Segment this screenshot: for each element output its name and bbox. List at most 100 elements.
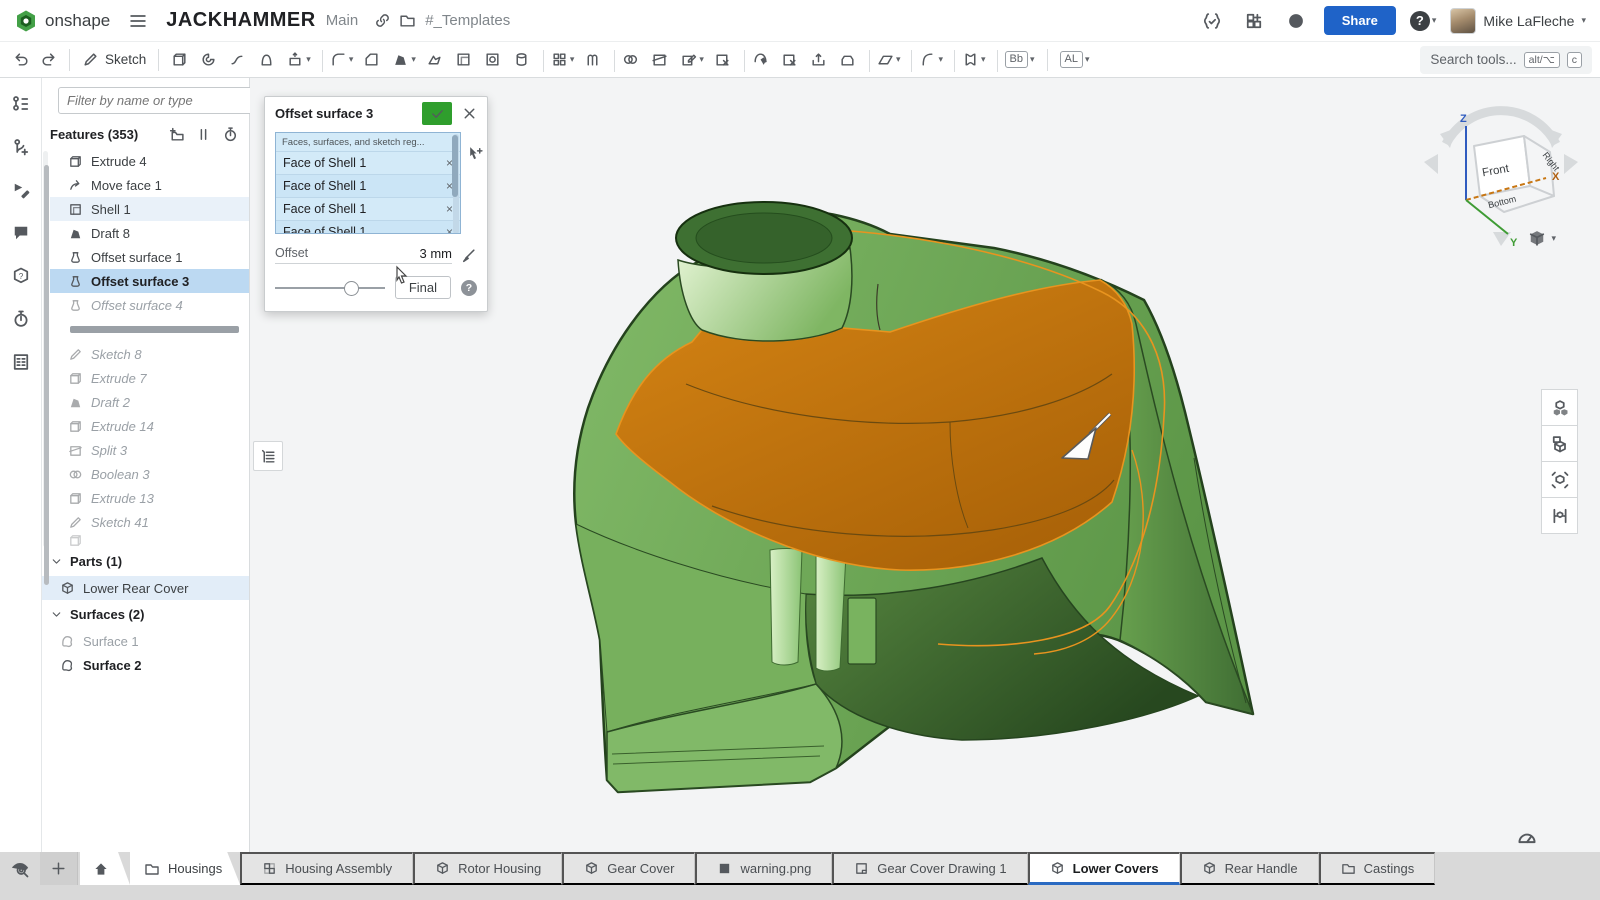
search-tools-button[interactable]: Search tools... alt/⌥ c	[1420, 46, 1592, 74]
feature-list-toggle-button[interactable]	[253, 441, 283, 471]
view-cube[interactable]: Z X Y Front Right Bottom	[1416, 82, 1586, 252]
document-tab[interactable]: Lower Covers	[1028, 852, 1180, 885]
selected-face-row[interactable]: Face of Shell 1 ×	[276, 151, 460, 174]
delete-face-button[interactable]	[776, 47, 805, 72]
loft-button[interactable]	[253, 47, 282, 72]
feature-item[interactable]: Boolean 3	[50, 462, 249, 486]
surfaces-section-header[interactable]: Surfaces (2)	[42, 600, 249, 629]
boolean-button[interactable]	[617, 47, 646, 72]
modify-fillet-button[interactable]: ▾	[675, 47, 709, 72]
cylinder-button[interactable]	[508, 47, 537, 72]
home-tab-button[interactable]	[80, 852, 130, 885]
document-tab[interactable]: Rotor Housing	[413, 852, 562, 885]
regeneration-time-icon[interactable]	[222, 126, 239, 143]
folder-breadcrumb[interactable]: #_Templates	[395, 8, 514, 33]
document-tab[interactable]: Gear Cover Drawing 1	[832, 852, 1027, 885]
main-menu-button[interactable]	[124, 7, 152, 35]
feature-item[interactable]: Sketch 41	[50, 510, 249, 534]
folder-crumb-tab[interactable]: Housings	[130, 852, 240, 885]
text-style-button[interactable]: Bb ▾	[1000, 47, 1040, 72]
chamfer-button[interactable]	[358, 47, 387, 72]
feature-item[interactable]: Extrude 4	[50, 149, 249, 173]
document-tab[interactable]: Housing Assembly	[240, 852, 413, 885]
feature-item[interactable]: Extrude 7	[50, 366, 249, 390]
measure-arrow-icon[interactable]	[460, 247, 477, 264]
feature-item[interactable]: Offset surface 1	[50, 245, 249, 269]
new-tab-button[interactable]	[40, 852, 78, 885]
selected-face-row[interactable]: Face of Shell 1 ×	[276, 220, 460, 234]
performance-gauge-icon[interactable]	[1516, 827, 1538, 849]
slider-handle[interactable]	[344, 281, 359, 296]
split-button[interactable]	[646, 47, 675, 72]
workspace-name[interactable]: Main	[326, 12, 359, 29]
surface-item[interactable]: Surface 2	[42, 653, 249, 677]
revolve-button[interactable]	[195, 47, 224, 72]
learning-center-icon[interactable]	[7, 262, 35, 290]
document-outline-icon[interactable]	[7, 90, 35, 118]
export-button[interactable]	[805, 47, 834, 72]
feature-item[interactable]: Split 3	[50, 438, 249, 462]
undo-button[interactable]	[8, 47, 35, 72]
face-selection-list[interactable]: Faces, surfaces, and sketch reg... Face …	[275, 132, 461, 234]
scrollbar-thumb[interactable]	[452, 135, 458, 197]
curve-button[interactable]: ▾	[914, 47, 948, 72]
feature-item[interactable]	[50, 534, 249, 547]
feature-item[interactable]: Extrude 14	[50, 414, 249, 438]
offset-slider[interactable]	[275, 281, 385, 295]
exploded-view-button[interactable]	[1541, 497, 1578, 534]
feature-item[interactable]: Offset surface 3	[50, 269, 249, 293]
sweep-button[interactable]	[224, 47, 253, 72]
cancel-button[interactable]	[458, 102, 481, 125]
mirror-button[interactable]	[579, 47, 608, 72]
share-button[interactable]: Share	[1324, 6, 1396, 35]
hole-button[interactable]	[479, 47, 508, 72]
scrollbar-thumb[interactable]	[44, 165, 49, 585]
filter-input[interactable]	[58, 87, 254, 114]
draft-button[interactable]: ▾	[387, 47, 421, 72]
slider-track[interactable]	[275, 287, 385, 289]
properties-icon[interactable]	[7, 348, 35, 376]
direct-edit-button[interactable]	[747, 47, 776, 72]
feature-list-scrollbar[interactable]	[43, 151, 48, 547]
graphics-viewport[interactable]: Offset surface 3 Faces, surfaces, and sk…	[250, 78, 1600, 852]
remove-face-icon[interactable]: ×	[446, 225, 453, 234]
document-tab[interactable]: Rear Handle	[1180, 852, 1319, 885]
plane-button[interactable]: ▾	[872, 47, 906, 72]
import-button[interactable]	[834, 47, 863, 72]
dialog-help-icon[interactable]: ?	[461, 280, 477, 296]
delete-part-button[interactable]	[709, 47, 738, 72]
document-tab[interactable]: Castings	[1319, 852, 1436, 885]
suppress-pause-icon[interactable]	[195, 126, 212, 143]
user-menu-button[interactable]: Mike LaFleche ▾	[1450, 8, 1586, 34]
comments-icon[interactable]	[7, 219, 35, 247]
app-store-icon[interactable]	[1240, 7, 1268, 35]
feature-item[interactable]: Move face 1	[50, 173, 249, 197]
part-item[interactable]: Lower Rear Cover	[42, 576, 249, 600]
community-icon[interactable]	[1282, 7, 1310, 35]
create-version-icon[interactable]	[7, 133, 35, 161]
feature-item[interactable]: Draft 8	[50, 221, 249, 245]
feature-item[interactable]: Shell 1	[50, 197, 249, 221]
versions-shortcut-icon[interactable]	[1198, 7, 1226, 35]
share-link-icon[interactable]	[370, 8, 395, 33]
document-tab[interactable]: warning.png	[695, 852, 832, 885]
feature-item[interactable]: Offset surface 4	[50, 293, 249, 317]
fillet-button[interactable]: ▾	[325, 47, 359, 72]
custom-feature-button[interactable]: AL ▾	[1055, 47, 1095, 72]
remove-face-icon[interactable]: ×	[446, 202, 453, 216]
selected-face-row[interactable]: Face of Shell 1 ×	[276, 174, 460, 197]
named-views-button[interactable]	[1541, 461, 1578, 498]
section-view-button[interactable]	[1541, 425, 1578, 462]
selected-face-row[interactable]: Face of Shell 1 ×	[276, 197, 460, 220]
feature-item[interactable]: Draft 2	[50, 390, 249, 414]
shell-button[interactable]	[450, 47, 479, 72]
accept-button[interactable]	[422, 102, 452, 125]
document-tab[interactable]: Gear Cover	[562, 852, 695, 885]
feature-item[interactable]: Sketch 8	[50, 342, 249, 366]
rollback-bar[interactable]	[70, 326, 239, 333]
display-options-button[interactable]	[1541, 389, 1578, 426]
help-menu-button[interactable]: ? ▾	[1410, 11, 1437, 31]
search-tabs-button[interactable]	[0, 852, 40, 885]
dialog-list-scrollbar[interactable]	[453, 134, 459, 234]
rib-button[interactable]	[421, 47, 450, 72]
